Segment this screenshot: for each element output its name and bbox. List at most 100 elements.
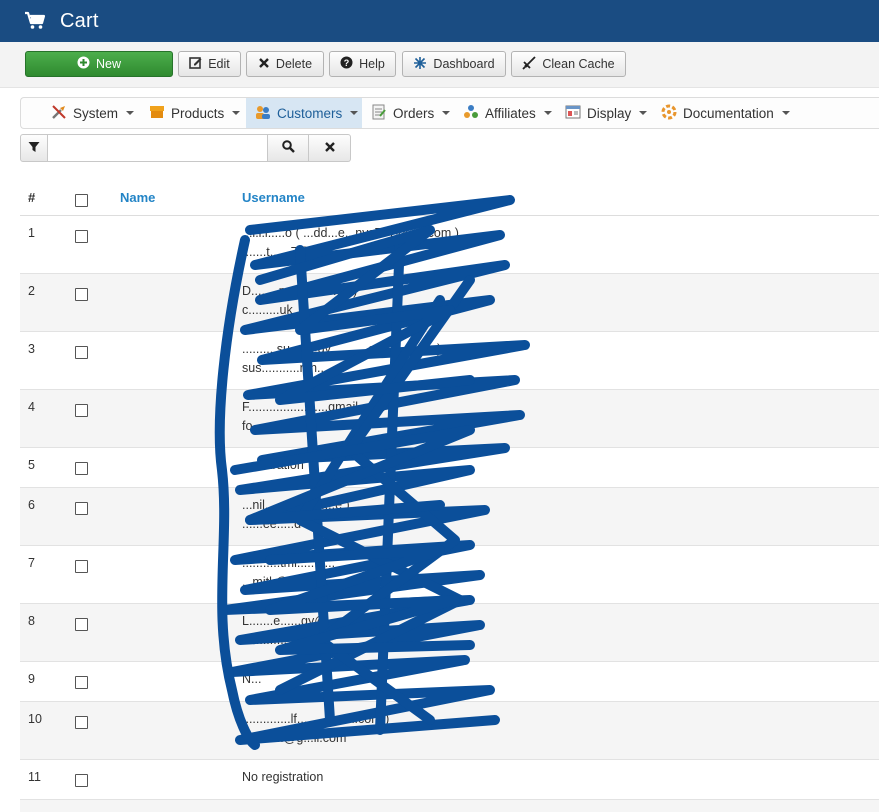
- filter-toggle-button[interactable]: [20, 134, 48, 162]
- row-number: 6: [28, 498, 35, 512]
- row-number: 7: [28, 556, 35, 570]
- box-icon: [149, 104, 165, 123]
- menu-item-documentation-label: Documentation: [683, 105, 774, 121]
- menu-item-display[interactable]: Display: [565, 98, 648, 128]
- menu-item-products[interactable]: Products: [149, 98, 241, 128]
- table-row: 11 No registration: [20, 760, 879, 800]
- row-checkbox[interactable]: [75, 502, 88, 515]
- row-checkbox[interactable]: [75, 716, 88, 729]
- row-username[interactable]: D........ps..........c.uk ): [242, 284, 357, 298]
- clear-search-button[interactable]: [309, 134, 351, 162]
- row-email: ......ee.....d: [242, 517, 302, 531]
- table-row: [20, 800, 879, 812]
- row-username[interactable]: ...l.l.i.....o ( ...dd...e...nys777@...i…: [242, 226, 459, 240]
- row-number: 2: [28, 284, 35, 298]
- menu-item-orders[interactable]: Orders: [371, 98, 451, 128]
- row-checkbox[interactable]: [75, 618, 88, 631]
- chevron-down-icon: [639, 111, 648, 115]
- row-number: 5: [28, 458, 35, 472]
- row-username[interactable]: ...nil.......( ...........e ): [242, 498, 350, 512]
- row-email: fo.........m........: [242, 419, 322, 433]
- documentation-icon: [661, 104, 677, 123]
- dashboard-button[interactable]: Dashboard: [402, 51, 506, 77]
- menu-item-documentation[interactable]: Documentation: [661, 98, 790, 128]
- row-number: 11: [28, 770, 41, 784]
- table-row: 3 ..........su........gy...........gm...…: [20, 332, 879, 390]
- filter-bar: [20, 134, 351, 162]
- table-row: 7 ...........tmi........... ...mjtk@...: [20, 546, 879, 604]
- clean-cache-button[interactable]: Clean Cache: [511, 51, 626, 77]
- row-email: ...mjtk@...: [242, 575, 299, 589]
- column-header-username[interactable]: Username: [242, 190, 305, 205]
- svg-text:?: ?: [344, 58, 350, 68]
- table-row: 10 ..............lf..........mail.com ) …: [20, 702, 879, 760]
- affiliates-icon: [463, 104, 479, 123]
- edit-button-label: Edit: [208, 57, 230, 71]
- row-checkbox[interactable]: [75, 462, 88, 475]
- chevron-down-icon: [126, 111, 135, 115]
- row-username[interactable]: ...........tmi...........: [242, 556, 335, 570]
- page-title: Cart: [60, 9, 99, 32]
- row-username[interactable]: F.......................gmail.com ): [242, 400, 393, 414]
- row-email: ...................uk: [242, 633, 322, 647]
- table-row: 1 ...l.l.i.....o ( ...dd...e...nys777@..…: [20, 216, 879, 274]
- table-row: 8 L.......e......gy@......com ) ........…: [20, 604, 879, 662]
- row-username[interactable]: L.......e......gy@......com ): [242, 614, 379, 628]
- menu-item-customers-label: Customers: [277, 105, 343, 121]
- chevron-down-icon: [442, 111, 451, 115]
- row-number: 4: [28, 400, 35, 414]
- dashboard-icon: [413, 56, 427, 73]
- row-checkbox[interactable]: [75, 230, 88, 243]
- row-checkbox[interactable]: [75, 404, 88, 417]
- edit-button[interactable]: Edit: [178, 51, 241, 77]
- menu-item-affiliates-label: Affiliates: [485, 105, 536, 121]
- row-username[interactable]: ..........su........gy...........gm.....…: [242, 342, 441, 356]
- menu-item-products-label: Products: [171, 105, 225, 121]
- menu-item-affiliates[interactable]: Affiliates: [463, 98, 552, 128]
- row-checkbox[interactable]: [75, 288, 88, 301]
- select-all-checkbox[interactable]: [75, 194, 88, 207]
- delete-button[interactable]: Delete: [246, 51, 324, 77]
- row-email: ...f........@g...il.com: [242, 731, 347, 745]
- tools-icon: [51, 104, 67, 123]
- main-menu: System Products Customers Orders Affilia…: [20, 97, 879, 129]
- clean-cache-button-label: Clean Cache: [542, 57, 615, 71]
- row-checkbox[interactable]: [75, 774, 88, 787]
- table-row: 4 F.......................gmail.com ) fo…: [20, 390, 879, 448]
- table-row: 9 N...: [20, 662, 879, 702]
- search-button[interactable]: [267, 134, 309, 162]
- help-button-label: Help: [359, 57, 385, 71]
- menu-item-system-label: System: [73, 105, 119, 121]
- column-header-number: #: [28, 190, 36, 205]
- new-button-label: New: [95, 57, 121, 71]
- close-icon: [258, 57, 270, 72]
- row-checkbox[interactable]: [75, 560, 88, 573]
- column-header-name[interactable]: Name: [120, 190, 155, 205]
- menu-item-display-label: Display: [587, 105, 632, 121]
- table-row: 2 D........ps..........c.uk ) c.........…: [20, 274, 879, 332]
- search-input[interactable]: [48, 134, 267, 162]
- row-number: 8: [28, 614, 35, 628]
- row-email: sus...........nm...: [242, 361, 328, 375]
- menu-item-orders-label: Orders: [393, 105, 435, 121]
- table-row: 5 ......stration: [20, 448, 879, 488]
- row-username[interactable]: ..............lf..........mail.com ): [242, 712, 389, 726]
- edit-icon: [189, 56, 202, 72]
- row-checkbox[interactable]: [75, 676, 88, 689]
- row-checkbox[interactable]: [75, 346, 88, 359]
- cart-icon: [24, 11, 46, 31]
- menu-item-customers[interactable]: Customers: [246, 98, 362, 128]
- new-button[interactable]: New: [25, 51, 173, 77]
- chevron-down-icon: [350, 111, 359, 115]
- chevron-down-icon: [781, 111, 790, 115]
- menu-item-system[interactable]: System: [51, 98, 135, 128]
- row-username: N...: [242, 672, 262, 686]
- chevron-down-icon: [232, 111, 241, 115]
- help-button[interactable]: ? Help: [329, 51, 396, 77]
- orders-icon: [371, 104, 387, 123]
- row-number: 9: [28, 672, 35, 686]
- row-email: c.........uk: [242, 303, 293, 317]
- broom-icon: [522, 55, 536, 73]
- chevron-down-icon: [543, 111, 552, 115]
- row-number: 3: [28, 342, 35, 356]
